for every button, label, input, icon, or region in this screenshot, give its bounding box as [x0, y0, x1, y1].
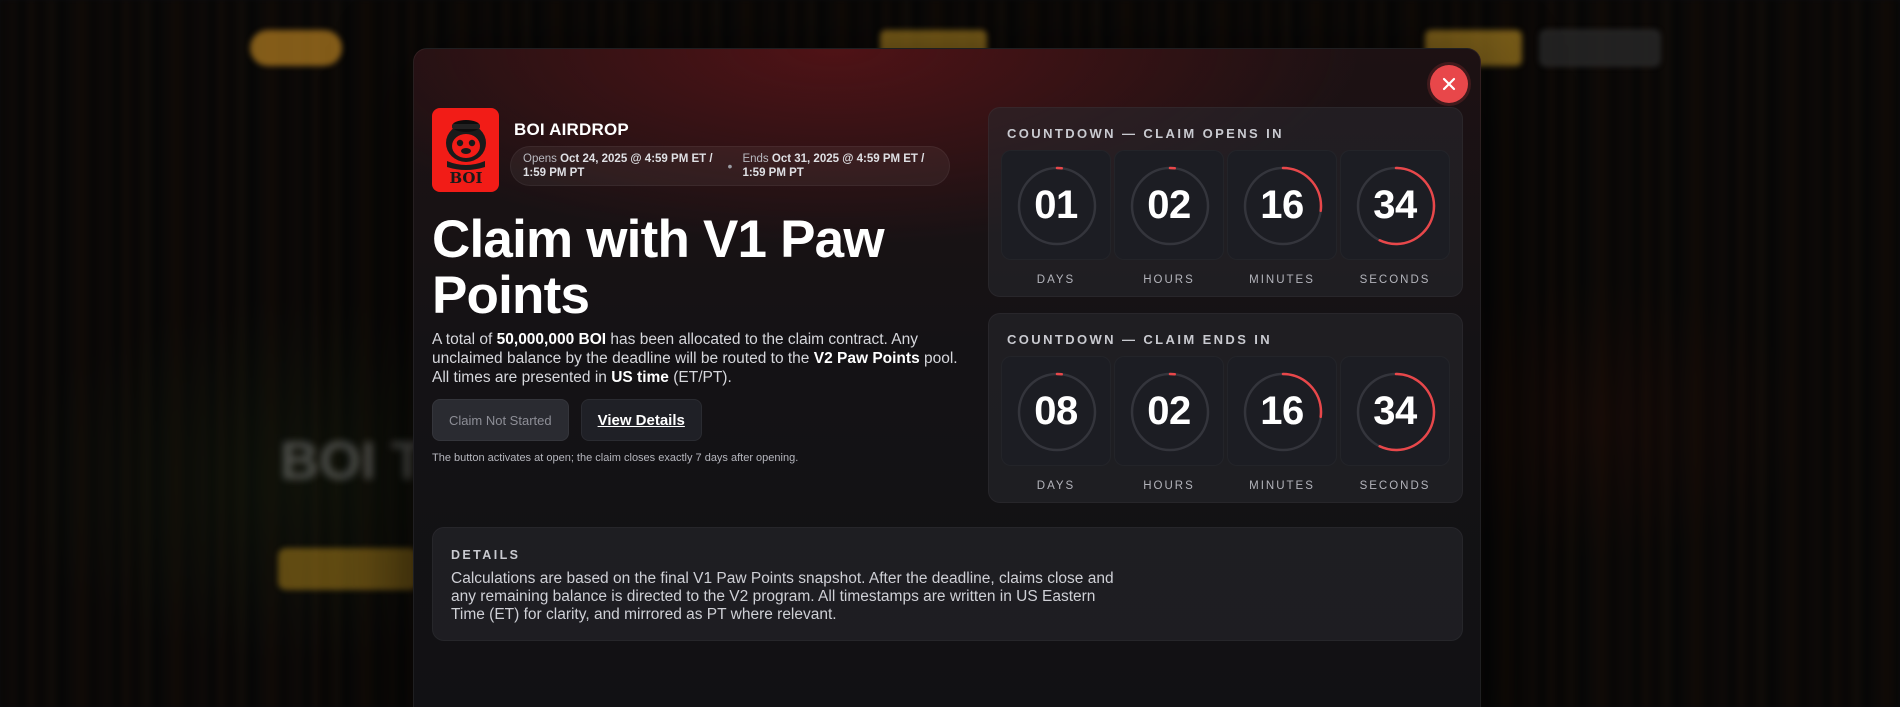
countdown-unit-seconds: 34 SECONDS — [1340, 150, 1450, 286]
countdown-unit-days: 01 DAYS — [1001, 150, 1111, 286]
view-details-button[interactable]: View Details — [580, 399, 702, 441]
boi-logo: BOI — [432, 108, 499, 192]
brand-info: BOI AIRDROP Opens Oct 24, 2025 @ 4:59 PM… — [510, 108, 950, 192]
countdown-ends-units: 08 DAYS 02 HOURS 16 MINUTES 34 SECONDS — [1001, 356, 1450, 492]
countdown-opens-title: COUNTDOWN — CLAIM OPENS IN — [1007, 126, 1284, 141]
close-icon — [1442, 77, 1456, 91]
desc-text: A total of — [432, 331, 497, 348]
countdown-value: 16 — [1260, 182, 1304, 227]
countdown-opens-panel: COUNTDOWN — CLAIM OPENS IN 01 DAYS 02 HOURS… — [988, 107, 1463, 297]
desc-pool: V2 Paw Points — [813, 350, 920, 367]
countdown-value: 34 — [1373, 388, 1417, 433]
countdown-ring-box: 02 — [1114, 356, 1224, 466]
page-title: Claim with V1 Paw Points — [432, 210, 885, 325]
countdown-value: 34 — [1373, 182, 1417, 227]
ends-date-value: Oct 31, 2025 @ 4:59 PM ET / — [771, 153, 925, 165]
opens-date-value: Oct 24, 2025 @ 4:59 PM ET / — [560, 153, 713, 165]
countdown-ring-box: 08 — [1001, 356, 1111, 466]
countdown-label: MINUTES — [1249, 274, 1315, 286]
ends-date: Ends Oct 31, 2025 @ 4:59 PM ET / 1:59 PM… — [742, 152, 937, 180]
date-separator: • — [727, 158, 733, 174]
claim-button[interactable]: Claim Not Started — [432, 399, 569, 441]
countdown-unit-hours: 02 HOURS — [1114, 150, 1224, 286]
countdown-ring-box: 16 — [1227, 150, 1337, 260]
countdown-value: 01 — [1034, 182, 1078, 227]
countdown-label: MINUTES — [1249, 480, 1315, 492]
countdown-label: DAYS — [1036, 274, 1076, 286]
background-hero-button — [278, 548, 418, 590]
boi-mascot-icon: BOI — [445, 120, 486, 187]
details-body: Calculations are based on the final V1 P… — [451, 570, 1114, 623]
background-hero-title: BOI T — [280, 431, 420, 491]
brand-header: BOI BOI AIRDROP Opens Oct 24, 2025 @ 4:5… — [432, 108, 950, 192]
countdown-ring-box: 02 — [1114, 150, 1224, 260]
claim-description: A total of 50,000,000 BOI has been alloc… — [432, 330, 972, 387]
countdown-ring-box: 34 — [1340, 356, 1450, 466]
claim-note: The button activates at open; the claim … — [432, 452, 799, 464]
details-panel: DETAILS Calculations are based on the fi… — [432, 527, 1463, 641]
action-buttons: Claim Not Started View Details — [432, 399, 702, 441]
ends-date-pt: 1:59 PM PT — [742, 167, 804, 179]
countdown-ring-box: 16 — [1227, 356, 1337, 466]
opens-prefix: Opens — [523, 153, 561, 165]
countdown-value: 02 — [1147, 182, 1191, 227]
countdown-unit-minutes: 16 MINUTES — [1227, 356, 1337, 492]
desc-amount: 50,000,000 BOI — [496, 331, 607, 348]
background-connect-button — [1539, 30, 1660, 66]
countdown-value: 02 — [1147, 388, 1191, 433]
countdown-ring-box: 34 — [1340, 150, 1450, 260]
ends-prefix: Ends — [742, 153, 772, 165]
desc-text: (ET/PT). — [668, 369, 732, 386]
background-logo — [250, 30, 343, 66]
countdown-unit-hours: 02 HOURS — [1114, 356, 1224, 492]
countdown-ends-panel: COUNTDOWN — CLAIM ENDS IN 08 DAYS 02 HOURS 1… — [988, 313, 1463, 503]
countdown-label: HOURS — [1143, 274, 1195, 286]
countdown-ring-box: 01 — [1001, 150, 1111, 260]
countdown-ends-title: COUNTDOWN — CLAIM ENDS IN — [1007, 332, 1273, 347]
countdown-unit-minutes: 16 MINUTES — [1227, 150, 1337, 286]
svg-text:BOI: BOI — [449, 169, 482, 187]
countdown-label: HOURS — [1143, 480, 1195, 492]
airdrop-modal: BOI BOI AIRDROP Opens Oct 24, 2025 @ 4:5… — [413, 48, 1481, 707]
airdrop-title: BOI AIRDROP — [514, 120, 629, 139]
countdown-value: 08 — [1034, 388, 1078, 433]
details-title: DETAILS — [451, 548, 521, 562]
opens-date: Opens Oct 24, 2025 @ 4:59 PM ET / 1:59 P… — [523, 152, 718, 180]
dates-pill: Opens Oct 24, 2025 @ 4:59 PM ET / 1:59 P… — [510, 146, 950, 186]
desc-timezone: US time — [611, 369, 669, 386]
countdown-value: 16 — [1260, 388, 1304, 433]
countdown-label: SECONDS — [1359, 480, 1431, 492]
close-button[interactable] — [1430, 65, 1468, 103]
countdown-unit-days: 08 DAYS — [1001, 356, 1111, 492]
countdown-label: DAYS — [1036, 480, 1076, 492]
countdown-label: SECONDS — [1359, 274, 1431, 286]
countdown-opens-units: 01 DAYS 02 HOURS 16 MINUTES 34 SECONDS — [1001, 150, 1450, 286]
opens-date-pt: 1:59 PM PT — [523, 167, 585, 179]
countdown-unit-seconds: 34 SECONDS — [1340, 356, 1450, 492]
